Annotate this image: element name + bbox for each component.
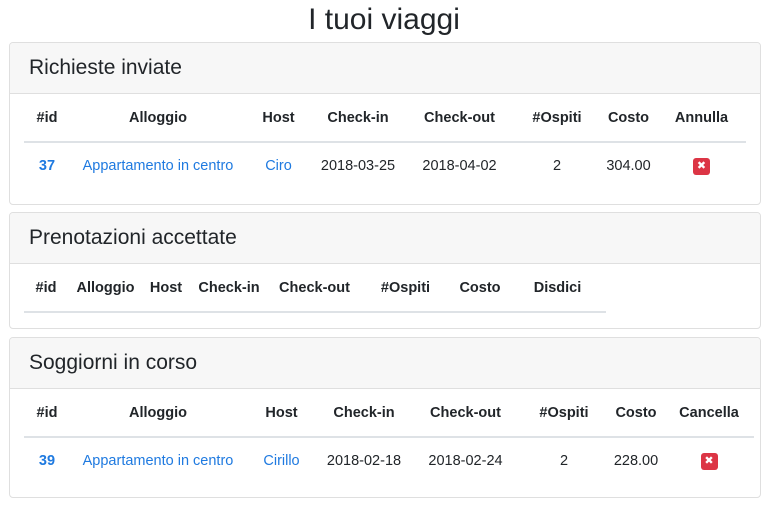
column-header-ospiti: #Ospiti [360,265,451,313]
column-header-host: Host [246,95,311,143]
column-header-alloggio: Alloggio [68,265,143,313]
sent-requests-card: Richieste inviate #id Alloggio Host Chec… [9,42,761,205]
sent-requests-table: #id Alloggio Host Check-in Check-out #Os… [24,95,746,189]
column-header-costo: Costo [451,265,509,313]
column-header-disdici: Disdici [509,265,606,313]
listing-link[interactable]: Appartamento in centro [83,453,234,469]
column-header-cancella: Cancella [664,390,754,438]
column-header-id: #id [24,265,68,313]
column-header-checkout: Check-out [405,95,514,143]
checkin-date: 2018-02-18 [326,453,402,469]
table-header-row: #id Alloggio Host Check-in Check-out #Os… [24,265,606,313]
current-stays-card: Soggiorni in corso #id Alloggio Host Che… [9,337,761,498]
cancel-request-button[interactable]: ✖ [693,158,710,175]
table-row: 39 Appartamento in centro Cirillo 2018-0… [24,437,754,484]
host-link[interactable]: Cirillo [263,453,299,469]
column-header-checkin: Check-in [317,390,411,438]
column-header-checkout: Check-out [411,390,520,438]
stay-id-link[interactable]: 39 [39,453,55,469]
table-header-row: #id Alloggio Host Check-in Check-out #Os… [24,390,754,438]
card-title: Prenotazioni accettate [10,213,760,264]
card-title: Richieste inviate [10,43,760,94]
column-header-costo: Costo [600,95,657,143]
checkout-date: 2018-04-02 [422,158,497,174]
current-stays-table: #id Alloggio Host Check-in Check-out #Os… [24,390,754,484]
column-header-annulla: Annulla [657,95,746,143]
column-header-checkin: Check-in [311,95,405,143]
column-header-id: #id [24,390,70,438]
column-header-ospiti: #Ospiti [514,95,600,143]
cost-value: 304.00 [606,158,651,174]
column-header-alloggio: Alloggio [70,95,246,143]
cost-value: 228.00 [613,453,659,469]
guest-count: 2 [552,158,562,174]
cancel-stay-button[interactable]: ✖ [700,453,718,470]
listing-link[interactable]: Appartamento in centro [83,158,234,174]
host-link[interactable]: Ciro [265,158,292,174]
column-header-id: #id [24,95,70,143]
table-row: 37 Appartamento in centro Ciro 2018-03-2… [24,142,746,189]
column-header-ospiti: #Ospiti [520,390,608,438]
checkin-date: 2018-03-25 [320,158,396,174]
card-title: Soggiorni in corso [10,338,760,389]
checkout-date: 2018-02-24 [428,453,503,469]
column-header-checkout: Check-out [269,265,360,313]
close-icon: ✖ [704,455,714,467]
column-header-host: Host [143,265,189,313]
guest-count: 2 [559,453,569,469]
close-icon: ✖ [696,160,707,172]
request-id-link[interactable]: 37 [39,158,55,174]
column-header-costo: Costo [608,390,664,438]
column-header-host: Host [246,390,317,438]
column-header-checkin: Check-in [189,265,269,313]
column-header-alloggio: Alloggio [70,390,246,438]
page-title: I tuoi viaggi [308,3,460,36]
accepted-bookings-table: #id Alloggio Host Check-in Check-out #Os… [24,265,606,313]
table-header-row: #id Alloggio Host Check-in Check-out #Os… [24,95,746,143]
accepted-bookings-card: Prenotazioni accettate #id Alloggio Host… [9,212,761,329]
